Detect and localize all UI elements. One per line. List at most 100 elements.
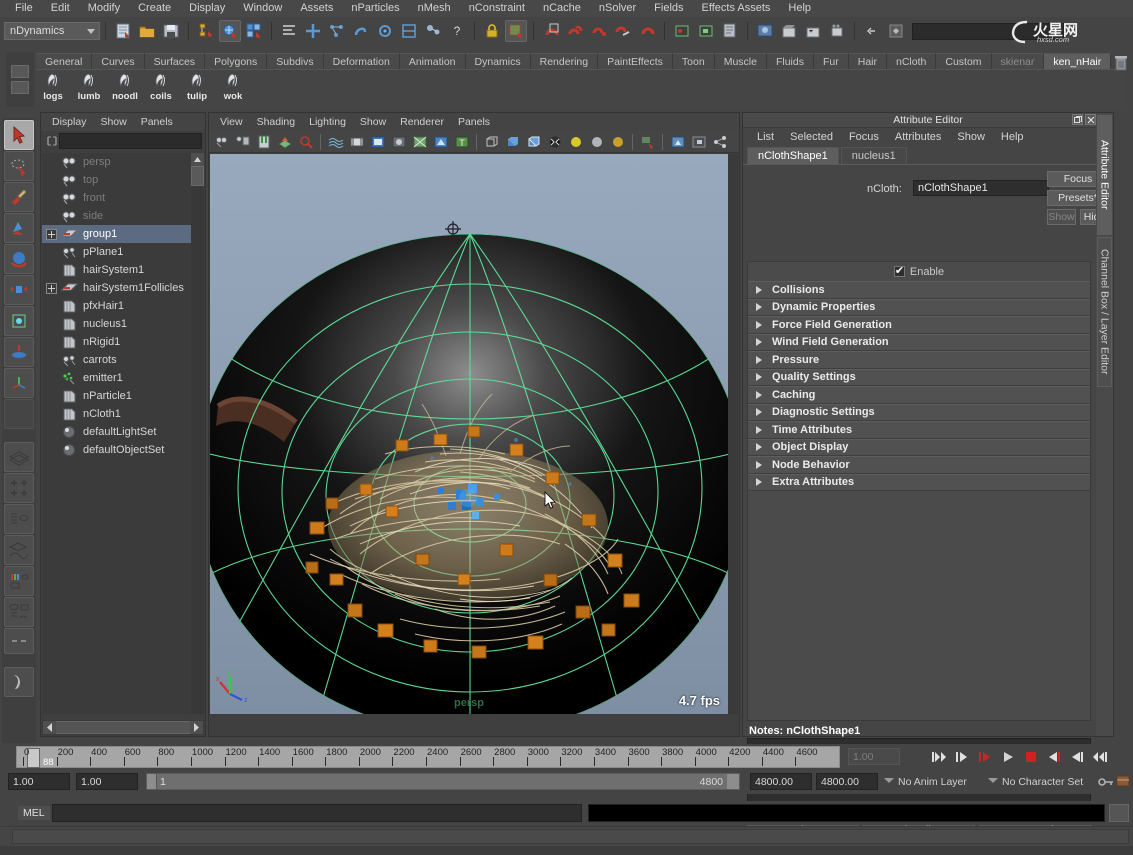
menu-item-nparticles[interactable]: nParticles (342, 0, 408, 17)
mel-command-input[interactable] (52, 804, 582, 822)
menu-item-ncache[interactable]: nCache (534, 0, 590, 17)
attribute-section-object-display[interactable]: Object Display (748, 439, 1090, 457)
outliner-item-defaultLightSet[interactable]: defaultLightSet (42, 423, 193, 441)
attribute-editor-menu-help[interactable]: Help (993, 128, 1032, 147)
step-forward-frame-icon[interactable] (1068, 748, 1086, 765)
mel-label[interactable]: MEL (18, 806, 50, 820)
outliner-item-hairSystem1[interactable]: hairSystem1 (42, 261, 193, 279)
shelf-tab-dynamics[interactable]: Dynamics (466, 53, 531, 69)
outliner-item-nCloth1[interactable]: nCloth1 (42, 405, 193, 423)
open-attribute-editor-icon[interactable] (719, 20, 741, 42)
select-by-hierarchy-button[interactable] (195, 20, 217, 42)
attribute-editor-menu-list[interactable]: List (749, 128, 782, 147)
outliner-menu-display[interactable]: Display (45, 113, 93, 131)
scrollbar-thumb[interactable] (191, 166, 204, 186)
viewport-vertical-scrollbar[interactable] (728, 154, 738, 714)
outliner-item-list[interactable]: persptopfrontsidegroup1pPlane1hairSystem… (42, 153, 193, 714)
shelf-tab-menu-icon[interactable] (11, 65, 29, 78)
stop-icon[interactable] (1022, 748, 1040, 765)
range-end-field[interactable]: 4800.00 (816, 773, 878, 790)
script-editor-button[interactable] (1109, 804, 1129, 822)
share-node-icon[interactable] (710, 132, 729, 151)
shelf-tab-surfaces[interactable]: Surfaces (145, 53, 205, 69)
viewport-menu-lighting[interactable]: Lighting (302, 113, 353, 131)
snap-to-view-planes-button[interactable] (398, 20, 420, 42)
attribute-section-diagnostic-settings[interactable]: Diagnostic Settings (748, 404, 1090, 422)
range-slider-bar[interactable]: 1 4800 (146, 773, 740, 790)
render-current-frame-button[interactable] (505, 20, 527, 42)
shelf-tab-fur[interactable]: Fur (814, 53, 849, 69)
step-back-key-icon[interactable] (953, 748, 971, 765)
soft-modification-tool[interactable] (4, 337, 34, 367)
attribute-editor-menu-focus[interactable]: Focus (841, 128, 887, 147)
menu-item-display[interactable]: Display (180, 0, 234, 17)
auto-key-icon[interactable] (1098, 775, 1114, 792)
attribute-section-time-attributes[interactable]: Time Attributes (748, 421, 1090, 439)
outliner-item-pfxHair1[interactable]: pfxHair1 (42, 297, 193, 315)
shelf-tab-subdivs[interactable]: Subdivs (267, 53, 323, 69)
outliner-item-hairSystem1Follicles[interactable]: hairSystem1Follicles (42, 279, 193, 297)
snap-to-curves-button[interactable] (326, 20, 348, 42)
shelf-button-lumb[interactable]: lumb (72, 71, 106, 107)
shelf-tab-ken_nhair[interactable]: ken_nHair (1044, 53, 1111, 69)
shelf-tab-muscle[interactable]: Muscle (715, 53, 767, 69)
scroll-left-icon[interactable] (43, 721, 56, 734)
menu-item-nsolver[interactable]: nSolver (590, 0, 645, 17)
new-scene-button[interactable] (112, 20, 134, 42)
help-button[interactable]: ? (446, 20, 468, 42)
image-plane-icon[interactable] (275, 132, 294, 151)
vertical-tab-attribute-editor[interactable]: Attribute Editor (1097, 115, 1112, 235)
outliner-item-nucleus1[interactable]: nucleus1 (42, 315, 193, 333)
outliner-item-emitter1[interactable]: emitter1 (42, 369, 193, 387)
lighting-default-icon[interactable] (566, 132, 585, 151)
shelf-button-logs[interactable]: logs (36, 71, 70, 107)
open-render-view-icon[interactable] (754, 20, 776, 42)
attribute-section-extra-attributes[interactable]: Extra Attributes (748, 474, 1090, 492)
attribute-section-node-behavior[interactable]: Node Behavior (748, 456, 1090, 474)
attribute-section-dynamic-properties[interactable]: Dynamic Properties (748, 299, 1090, 317)
play-forwards-icon[interactable] (1045, 748, 1063, 765)
shelf-trash-icon[interactable] (1113, 54, 1129, 72)
outliner-item-carrots[interactable]: carrots (42, 351, 193, 369)
text-overlay-icon[interactable]: T (452, 132, 471, 151)
attribute-editor-menu-selected[interactable]: Selected (782, 128, 841, 147)
magnet-curve-icon[interactable] (564, 20, 586, 42)
wireframe-shading-icon[interactable] (482, 132, 501, 151)
snap-to-projected-center-button[interactable] (374, 20, 396, 42)
range-left-handle[interactable] (147, 774, 157, 789)
menu-set-selector[interactable]: nDynamics (4, 22, 100, 40)
outliner-item-nRigid1[interactable]: nRigid1 (42, 333, 193, 351)
attribute-section-collisions[interactable]: Collisions (748, 281, 1090, 299)
attribute-editor-tab-nClothShape1[interactable]: nClothShape1 (747, 147, 839, 164)
magnet-grid-icon[interactable] (540, 20, 562, 42)
character-set-dropdown-icon[interactable] (988, 778, 998, 783)
shelf-options-column[interactable] (6, 52, 34, 107)
go-to-end-icon[interactable] (1091, 748, 1109, 765)
layout-persp-outliner-graph[interactable] (4, 597, 34, 627)
menu-item-nmesh[interactable]: nMesh (409, 0, 460, 17)
viewport-menu-renderer[interactable]: Renderer (393, 113, 451, 131)
expand-toggle-icon[interactable] (46, 283, 57, 294)
select-camera-icon[interactable] (212, 132, 231, 151)
xray-icon[interactable] (431, 132, 450, 151)
shelf-tab-fluids[interactable]: Fluids (767, 53, 814, 69)
save-scene-button[interactable] (160, 20, 182, 42)
menu-item-assets[interactable]: Assets (291, 0, 342, 17)
magnet-surface-icon[interactable] (612, 20, 634, 42)
gate-mask-icon[interactable] (389, 132, 408, 151)
selection-field-icon[interactable] (885, 20, 907, 42)
outliner-item-defaultObjectSet[interactable]: defaultObjectSet (42, 441, 193, 459)
attribute-editor-menu-attributes[interactable]: Attributes (887, 128, 949, 147)
attribute-editor-menu-show[interactable]: Show (949, 128, 993, 147)
shelf-button-noodl[interactable]: noodl (108, 71, 142, 107)
playback-speed-field[interactable]: 1.00 (848, 748, 900, 765)
rotate-tool[interactable] (4, 244, 34, 274)
animation-preferences-icon[interactable] (1116, 774, 1130, 788)
lasso-tool[interactable] (4, 151, 34, 181)
snap-settings-button[interactable] (278, 20, 300, 42)
shelf-button-tulip[interactable]: tulip (180, 71, 214, 107)
layout-four-view[interactable] (4, 473, 34, 503)
shelf-tab-rendering[interactable]: Rendering (531, 53, 598, 69)
menu-item-file[interactable]: File (6, 0, 42, 17)
exposure-icon[interactable] (410, 132, 429, 151)
